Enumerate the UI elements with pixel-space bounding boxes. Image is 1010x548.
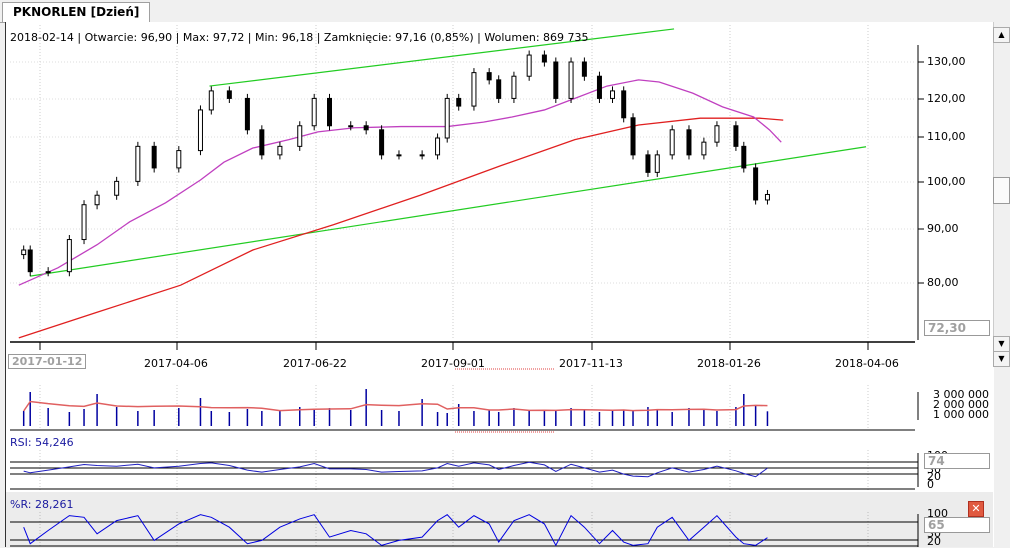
wr-canvas[interactable] [0, 0, 1010, 547]
scroll-down-icon[interactable]: ▼ [993, 336, 1010, 352]
wr-line [23, 514, 768, 547]
wr-value-box: 65 [924, 517, 990, 533]
scroll-down-icon[interactable]: ▼ [993, 351, 1010, 367]
scroll-up-icon[interactable]: ▲ [993, 27, 1010, 43]
wr-tick: 20 [927, 535, 941, 548]
scroll-thumb[interactable] [993, 177, 1010, 204]
wr-label: %R: 28,261 [10, 498, 74, 511]
close-panel-icon[interactable]: ✕ [968, 501, 984, 517]
